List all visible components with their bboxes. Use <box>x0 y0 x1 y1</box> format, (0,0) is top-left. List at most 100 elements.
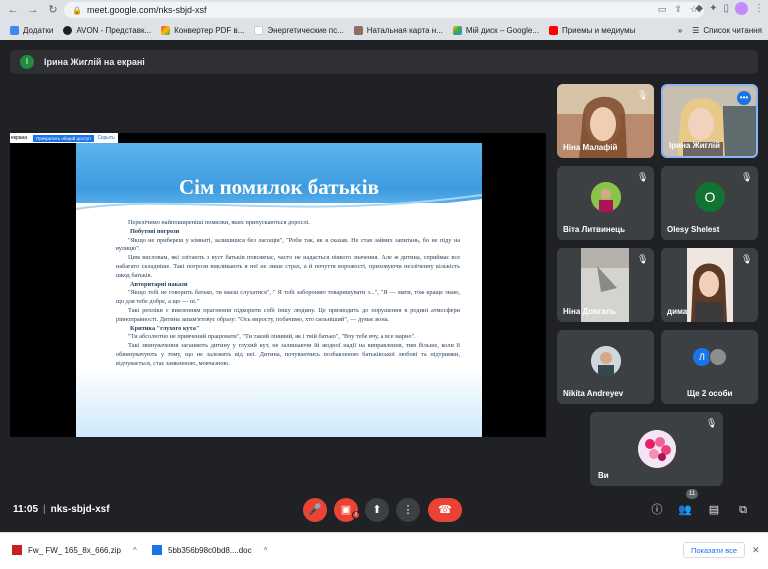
participant-tile[interactable]: 🎙 дима <box>661 248 758 322</box>
participant-name: Olesy Shelest <box>667 225 720 234</box>
sidepanel-icon[interactable]: ▯ <box>723 3 729 14</box>
self-avatar <box>638 430 676 468</box>
chat-icon[interactable]: ▤ <box>707 503 721 517</box>
people-icon[interactable]: 👥 <box>678 503 692 517</box>
participant-avatar <box>591 346 621 376</box>
stop-sharing-button[interactable]: Прекратить общий доступ <box>33 134 94 142</box>
clock-time: 11:05 <box>13 504 39 515</box>
meeting-code: nks-sbjd-xsf <box>50 504 110 515</box>
download-item[interactable]: 5bb356b98c0bd8....doc ^ <box>152 545 267 555</box>
presenter-avatar: I <box>20 55 34 69</box>
bookmarks-bar: Додатки AVON - Представк... Конвертер PD… <box>0 20 768 40</box>
info-icon[interactable]: ⓘ <box>650 503 664 517</box>
download-filename: 5bb356b98c0bd8....doc <box>168 545 252 555</box>
omnibox-actions: ▭ ⇪ ☆ <box>658 4 698 15</box>
puzzle-icon[interactable]: ✦ <box>709 3 717 14</box>
participant-name: Віта Литвинець <box>563 225 625 234</box>
show-all-downloads-button[interactable]: Показати все <box>683 542 745 558</box>
slide-heading: Авторитарні накази <box>130 280 188 288</box>
participant-tile[interactable]: 🎙 Віта Литвинець <box>557 166 654 240</box>
presenting-banner[interactable]: I Ірина Жиглій на екрані <box>10 50 758 74</box>
more-options-button[interactable]: ••• <box>737 91 751 105</box>
more-options-button[interactable]: ⋮ <box>396 498 420 522</box>
extension-icon[interactable]: ◆ <box>695 3 703 14</box>
presenting-label: Ірина Жиглій на екрані <box>44 57 145 67</box>
present-screen-button[interactable]: ⬆ <box>365 498 389 522</box>
participant-avatar: O <box>695 182 725 212</box>
participant-tile[interactable]: 🎙 Ніна Малафій <box>557 84 654 158</box>
share-strip: екрана Прекратить общий доступ Скрыть <box>10 133 118 143</box>
participant-tile[interactable]: 🎙 Ніна Довгаль <box>557 248 654 322</box>
bookmark-energy[interactable]: Энергетические пс... <box>254 25 344 35</box>
bookmark-apps[interactable]: Додатки <box>10 25 54 35</box>
more-bookmarks-icon[interactable]: » <box>678 26 682 35</box>
close-icon[interactable]: ✕ <box>752 545 760 556</box>
toolbar-right: ◆ ✦ ▯ ⋮ <box>695 2 764 15</box>
group-avatar-photo <box>709 348 727 366</box>
share-icon[interactable]: ⇪ <box>674 4 682 15</box>
url-text[interactable]: meet.google.com/nks-sbjd-xsf <box>87 5 207 15</box>
bookmark-natal[interactable]: Натальная карта н... <box>353 25 443 35</box>
slide: Сім помилок батьків Перелічимо найпошире… <box>76 143 482 437</box>
bookmark-youtube[interactable]: Приемы и медиумы <box>548 25 636 35</box>
slide-paragraph: "Якщо тобі не говорить батько, ти маєш с… <box>116 289 460 306</box>
bookmark-pdf[interactable]: Конвертер PDF в... <box>161 25 245 35</box>
browser-chrome: ← → ↻ 🔒 meet.google.com/nks-sbjd-xsf ▭ ⇪… <box>0 0 768 40</box>
bookmark-label: Натальная карта н... <box>366 25 443 35</box>
back-icon[interactable]: ← <box>6 3 20 17</box>
slide-heading: Побутові погрози <box>130 227 180 235</box>
bookmark-label: Приемы и медиумы <box>561 25 636 35</box>
camera-permission-icon[interactable]: ▭ <box>658 4 667 15</box>
bookmark-label: Мій диск – Google... <box>465 25 539 35</box>
participant-tile[interactable]: O 🎙 Olesy Shelest <box>661 166 758 240</box>
participant-tile[interactable]: Nikita Andreyev <box>557 330 654 404</box>
participant-name: Ніна Довгаль <box>563 307 616 316</box>
participant-tile-group[interactable]: Л Ще 2 особи <box>661 330 758 404</box>
self-tile[interactable]: 🎙 Ви <box>590 412 723 486</box>
slide-paragraph: Цим висловам, які злітають з вуст батькі… <box>116 254 460 279</box>
bookmark-label: Конвертер PDF в... <box>174 25 245 35</box>
reading-list[interactable]: » ☰ Список читання <box>678 20 762 40</box>
bookmark-avon[interactable]: AVON - Представк... <box>63 25 151 35</box>
participant-name: Ще 2 особи <box>687 389 733 398</box>
youtube-icon <box>548 25 558 35</box>
leave-call-button[interactable]: ☎ <box>428 498 462 522</box>
mic-off-icon: 🎙 <box>741 172 753 182</box>
apps-grid-icon <box>10 25 19 35</box>
bookmark-label: Энергетические пс... <box>267 25 344 35</box>
chevron-up-icon[interactable]: ^ <box>133 546 137 555</box>
chevron-up-icon[interactable]: ^ <box>264 546 268 555</box>
zip-file-icon <box>12 545 22 555</box>
slide-heading: Критика "глухого кута" <box>130 324 200 332</box>
activities-icon[interactable]: ⧉ <box>736 503 750 517</box>
strip-label: екрана <box>11 135 28 141</box>
mic-off-icon: 🎙 <box>637 172 649 182</box>
reading-list-icon: ☰ <box>692 25 700 35</box>
profile-avatar[interactable] <box>735 2 748 15</box>
drive-icon <box>452 25 462 35</box>
participant-count-badge: 11 <box>686 489 698 499</box>
slide-paragraph: Такі репліки є вияленням прагнення підко… <box>116 306 460 323</box>
participant-name: Ніна Малафій <box>563 143 618 152</box>
mic-toggle-button[interactable]: 🎤 <box>303 498 327 522</box>
bookmark-label: Додатки <box>23 25 54 35</box>
mic-off-icon: 🎙 <box>637 90 649 100</box>
menu-icon[interactable]: ⋮ <box>754 3 764 14</box>
reload-icon[interactable]: ↻ <box>46 3 60 17</box>
omnibox[interactable]: 🔒 meet.google.com/nks-sbjd-xsf ▭ ⇪ ☆ <box>64 2 704 18</box>
participant-name: Ви <box>598 471 609 480</box>
doc-file-icon <box>152 545 162 555</box>
hide-link[interactable]: Скрыть <box>98 135 115 141</box>
pdf-icon <box>161 25 171 35</box>
downloads-bar: Fw_ FW_ 165_8x_666.zip ^ 5bb356b98c0bd8.… <box>0 532 768 569</box>
lock-icon[interactable]: 🔒 <box>72 6 82 15</box>
bookmark-drive[interactable]: Мій диск – Google... <box>452 25 539 35</box>
forward-icon[interactable]: → <box>26 3 40 17</box>
download-item[interactable]: Fw_ FW_ 165_8x_666.zip ^ <box>12 545 137 555</box>
globe-icon <box>63 25 73 35</box>
participant-avatar <box>591 182 621 212</box>
participant-tile-active[interactable]: ••• Ірина Жиглій <box>661 84 758 158</box>
presentation-stage: екрана Прекратить общий доступ Скрыть Сі… <box>10 133 546 437</box>
separator: | <box>43 504 46 515</box>
slide-paragraph: "Якщо не прибереш у кімнаті, залишишся б… <box>116 236 460 253</box>
